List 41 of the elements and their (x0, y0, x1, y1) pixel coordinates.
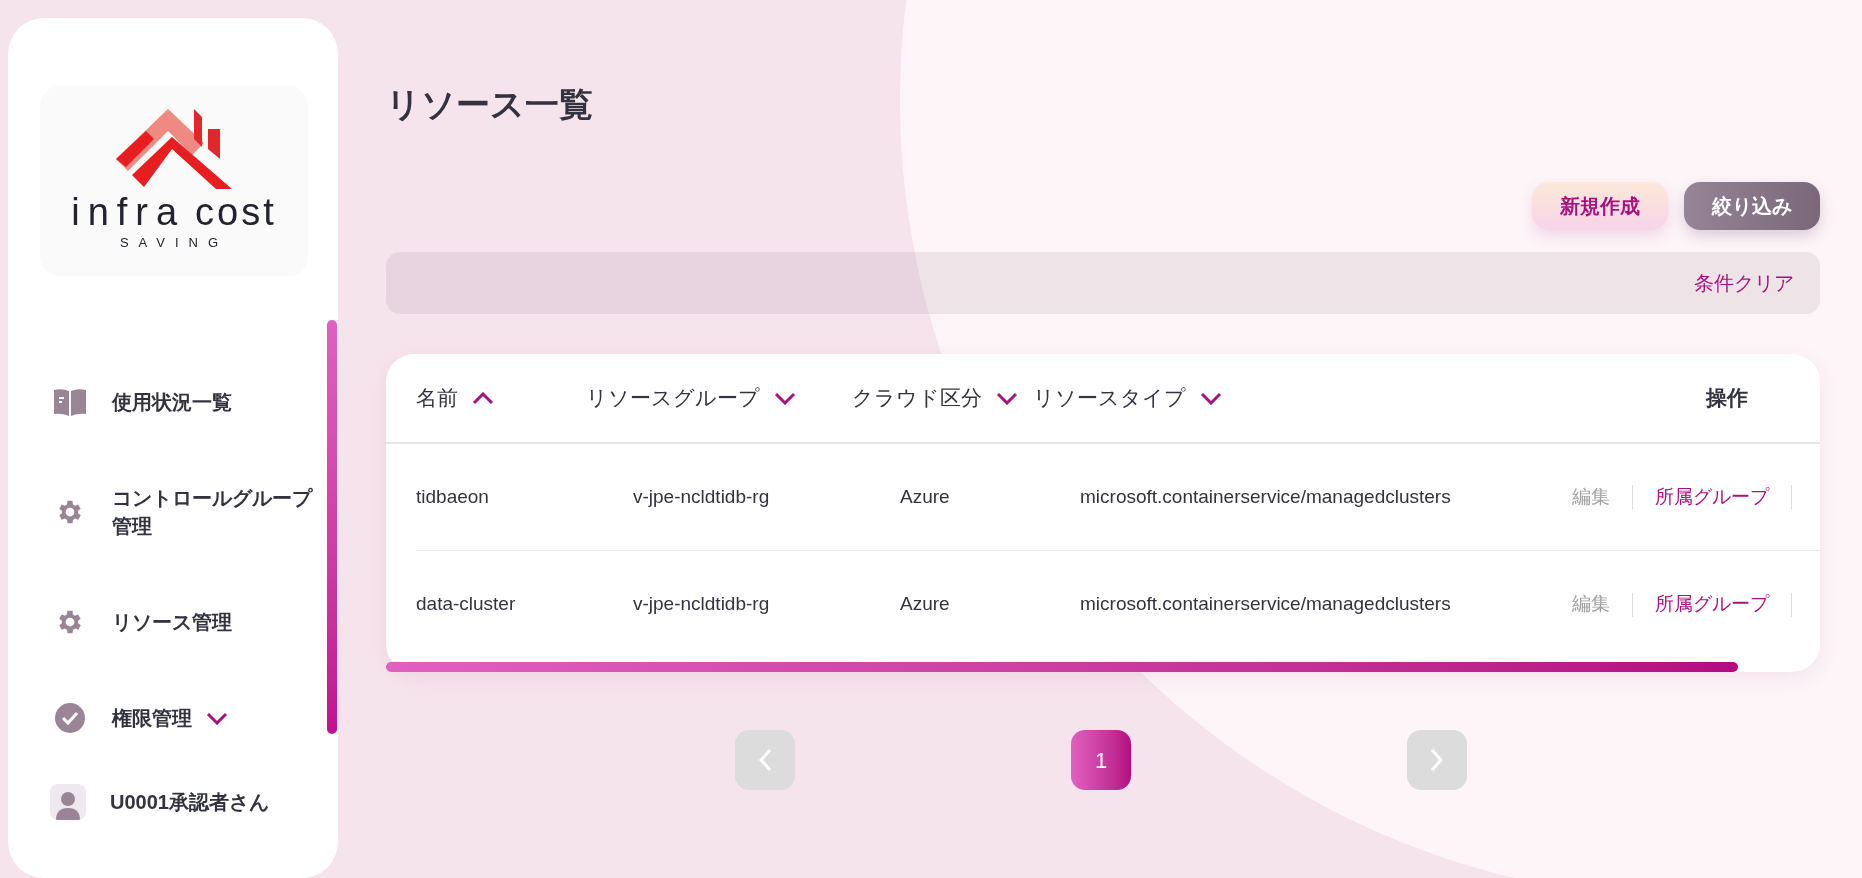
sort-down-icon[interactable] (1200, 391, 1222, 405)
group-link[interactable]: 所属グループ (1655, 482, 1769, 512)
column-header[interactable]: リソースタイプ (1033, 382, 1186, 414)
column-header[interactable]: 名前 (416, 382, 458, 414)
table-cell-text: v-jpe-ncldtidb-rg (633, 484, 771, 509)
group-link[interactable]: 所属グループ (1655, 590, 1769, 619)
sort-down-icon[interactable] (774, 391, 796, 405)
page-button[interactable]: 1 (1071, 730, 1131, 790)
logo-wordmark: cost (195, 193, 277, 232)
table-cell-text: v-jpe-ncldtidb-rg (633, 592, 771, 617)
table-cell-text: microsoft.containerservice/managedclusters (1080, 484, 1452, 509)
column-header[interactable]: クラウド区分 (852, 382, 982, 414)
sort-down-icon[interactable] (996, 391, 1018, 405)
logo-wordmark: infra (71, 193, 186, 232)
sidebar-scrollbar[interactable] (327, 320, 337, 734)
chevron-right-icon (1430, 748, 1444, 772)
sidebar-menu-item[interactable]: コントロールグループ管理 (52, 450, 338, 574)
column-header: 操作 (1706, 385, 1748, 412)
table-cell-text: microsoft.containerservice/managedclusters (1080, 592, 1452, 617)
sidebar-menu-item[interactable]: リソース管理 (52, 574, 338, 670)
table-cell-text: tidbaeon (416, 484, 490, 509)
book-icon (54, 388, 86, 416)
table-scrollbar[interactable] (386, 662, 1738, 672)
table-cell-text: Azure (900, 592, 951, 617)
sidebar-menu-item[interactable]: 権限管理 (52, 670, 338, 766)
clear-filters-link[interactable]: 条件クリア (1694, 268, 1794, 298)
chevron-left-icon (758, 748, 772, 772)
sidebar-menu-item[interactable]: 使用状況一覧 (52, 354, 338, 450)
filter-button[interactable]: 絞り込み (1684, 182, 1820, 230)
create-button[interactable]: 新規作成 (1532, 182, 1668, 230)
chevron-down-icon[interactable] (206, 711, 228, 725)
user-avatar-icon (50, 784, 86, 820)
column-header[interactable]: リソースグループ (586, 382, 760, 414)
check-circle-icon (55, 703, 85, 733)
user-menu-item[interactable]: U0001承認者さん (50, 784, 338, 820)
sort-up-icon[interactable] (472, 391, 494, 405)
table-cell-text: Azure (900, 484, 951, 509)
table-cell-text: data-cluster (416, 592, 517, 617)
page-title: リソース一覧 (386, 84, 594, 124)
logo-tagline: SAVING (119, 234, 229, 253)
house-logo-icon (116, 109, 232, 192)
